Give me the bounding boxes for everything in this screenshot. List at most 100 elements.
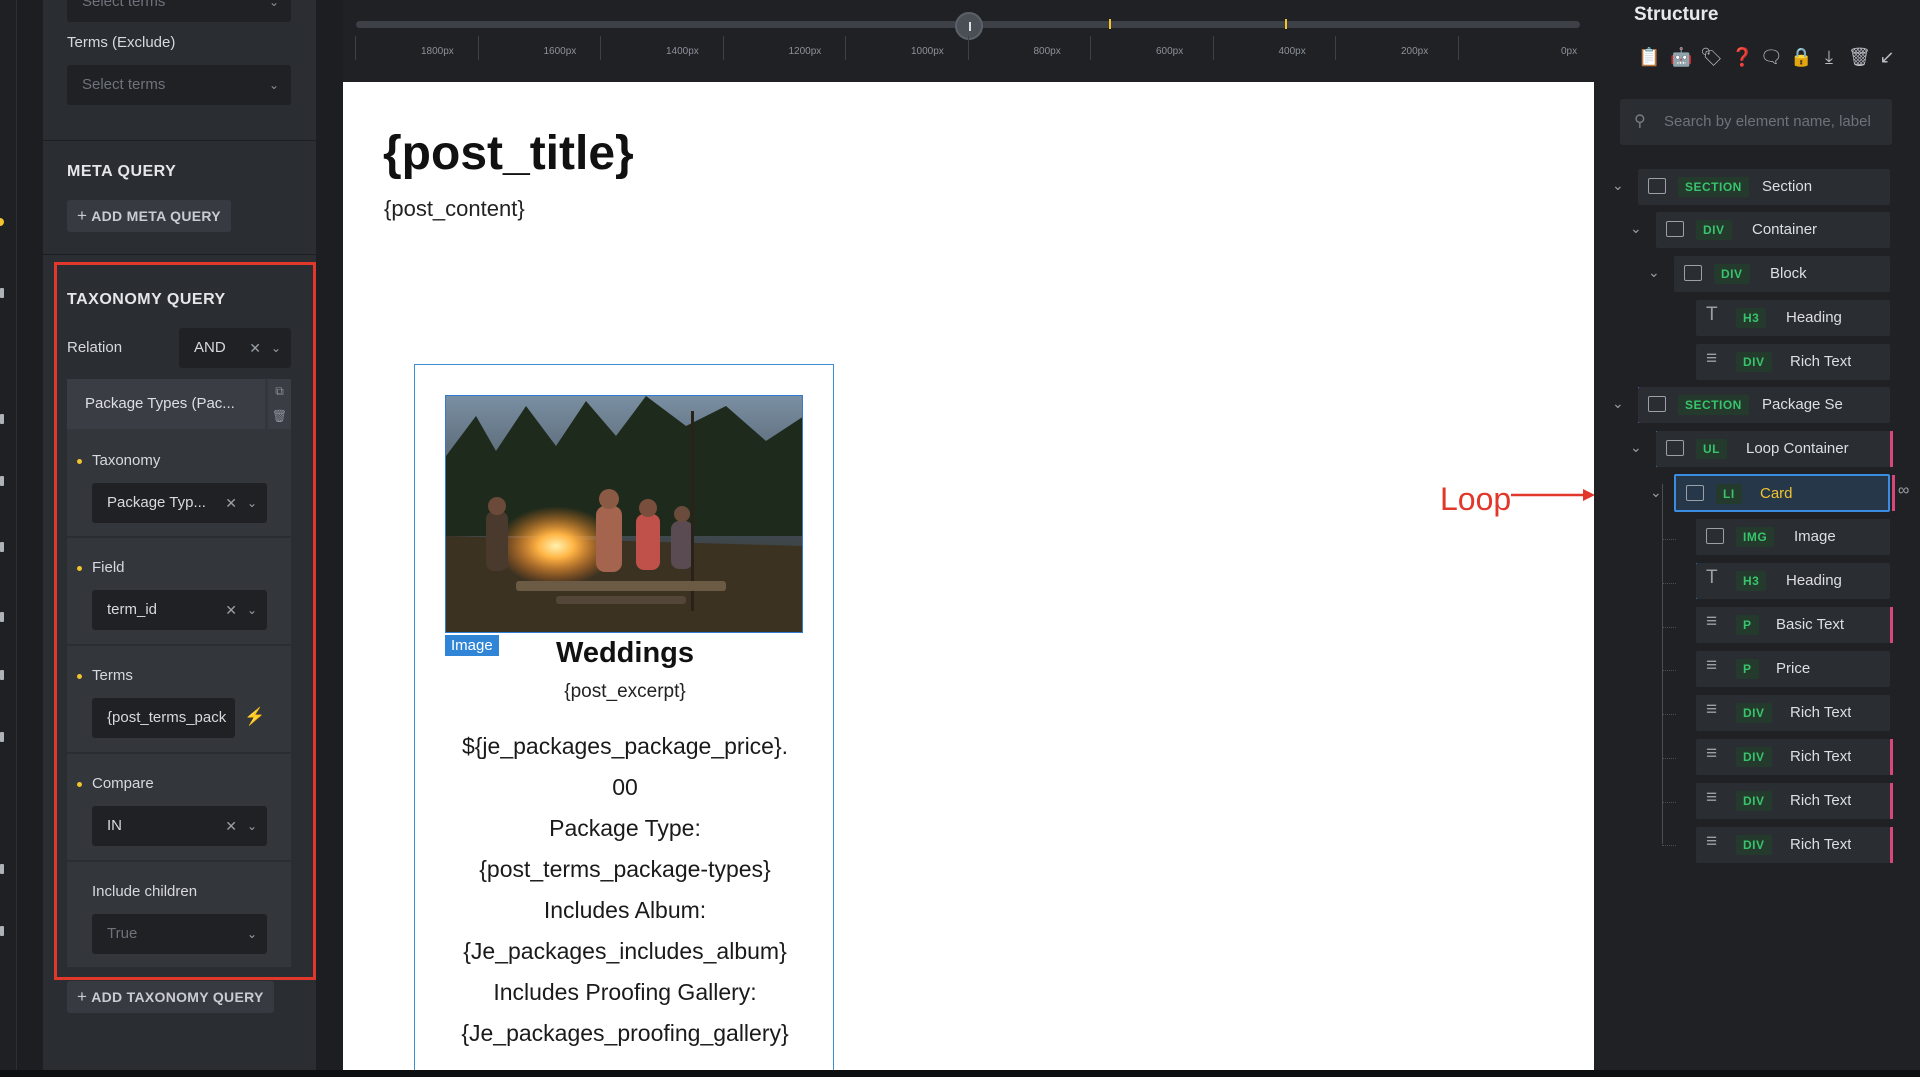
collapse-icon[interactable]: ↙	[1876, 46, 1898, 68]
ruler-tick-label: 1400px	[666, 46, 699, 57]
tree-node-heading[interactable]: T H3 Heading	[1696, 300, 1890, 336]
pink-marker	[1892, 475, 1895, 511]
card-text-line[interactable]: Includes Album:	[415, 897, 835, 924]
section-icon	[1648, 178, 1666, 194]
tree-node-block[interactable]: ⌄ DIV Block	[1648, 256, 1890, 292]
chevron-down-icon[interactable]: ⌄	[1630, 220, 1642, 237]
breakpoint-marker[interactable]	[1285, 19, 1287, 29]
strip-icon[interactable]	[0, 288, 4, 298]
terms-include-select[interactable]: Select terms ⌄	[67, 0, 291, 22]
pink-marker	[1890, 607, 1893, 643]
panel-edge	[316, 0, 343, 1077]
node-label: Package Se	[1762, 396, 1843, 413]
tree-node-rich-text[interactable]: ≡ DIV Rich Text	[1696, 344, 1890, 380]
structure-search-input[interactable]: ⚲ Search by element name, label	[1620, 99, 1892, 145]
chevron-down-icon[interactable]: ⌄	[1612, 395, 1624, 412]
card-excerpt[interactable]: {post_excerpt}	[415, 681, 835, 703]
node-tag: UL	[1696, 439, 1727, 459]
strip-icon[interactable]	[0, 414, 4, 424]
card-image[interactable]	[445, 395, 803, 633]
chevron-down-icon[interactable]: ⌄	[1612, 177, 1624, 194]
tree-guide	[1662, 845, 1676, 846]
clipboard-icon[interactable]: 📋	[1638, 46, 1660, 68]
strip-icon[interactable]	[0, 732, 4, 742]
post-content[interactable]: {post_content}	[384, 196, 525, 222]
tree-node-loop-container[interactable]: ⌄ UL Loop Container	[1630, 431, 1890, 467]
chevron-down-icon[interactable]: ⌄	[1650, 484, 1662, 501]
robot-icon[interactable]: 🤖	[1670, 46, 1692, 68]
tree-node-basic-text[interactable]: ≡ P Basic Text	[1696, 607, 1890, 643]
tree-node-card[interactable]: ⌄ LI Card	[1650, 474, 1890, 512]
builder-canvas[interactable]: {post_title} {post_content} Image Weddin…	[343, 82, 1594, 1070]
node-label: Rich Text	[1790, 836, 1852, 853]
strip-icon[interactable]	[0, 542, 4, 552]
tree-node-rich-text[interactable]: ≡ DIV Rich Text	[1696, 783, 1890, 819]
card-text-line[interactable]: Package Type:	[415, 815, 835, 842]
add-meta-query-button[interactable]: + ADD META QUERY	[67, 200, 231, 232]
add-taxonomy-query-button[interactable]: + ADD TAXONOMY QUERY	[67, 981, 274, 1013]
panel-gutter	[17, 0, 43, 1077]
help-icon[interactable]: ❓	[1731, 46, 1753, 68]
ruler-tick	[845, 36, 846, 60]
terms-exclude-label: Terms (Exclude)	[67, 34, 176, 51]
text-icon: T	[1706, 567, 1718, 588]
node-label: Card	[1760, 485, 1793, 502]
breakpoint-slider-handle[interactable]	[955, 12, 983, 40]
list-icon	[1666, 440, 1684, 456]
pink-marker	[1890, 827, 1893, 863]
container-icon	[1666, 221, 1684, 237]
strip-icon[interactable]	[0, 926, 4, 936]
chevron-down-icon[interactable]: ⌄	[1648, 264, 1660, 281]
tree-node-section[interactable]: ⌄ SECTION Section	[1612, 169, 1890, 205]
chevron-down-icon[interactable]: ⌄	[1630, 439, 1642, 456]
ruler-tick-label: 1200px	[788, 46, 822, 57]
tree-node-rich-text[interactable]: ≡ DIV Rich Text	[1696, 739, 1890, 775]
tree-guide	[1662, 802, 1676, 803]
tree-node-heading[interactable]: T H3 Heading	[1696, 563, 1890, 599]
list-item-icon	[1686, 485, 1704, 501]
card-text-line[interactable]: {Je_packages_includes_album}	[415, 938, 835, 965]
divider	[43, 254, 316, 255]
pink-marker	[1890, 739, 1893, 775]
node-tag: P	[1736, 659, 1759, 679]
tree-node-package-section[interactable]: ⌄ SECTION Package Se	[1612, 387, 1890, 423]
node-tag: DIV	[1714, 264, 1750, 284]
tree-node-price[interactable]: ≡ P Price	[1696, 651, 1890, 687]
tag-icon[interactable]: 🏷	[1700, 46, 1723, 68]
post-title[interactable]: {post_title}	[383, 126, 634, 181]
tree-node-container[interactable]: ⌄ DIV Container	[1630, 212, 1890, 248]
paragraph-icon: ≡	[1706, 787, 1718, 808]
tree-node-rich-text[interactable]: ≡ DIV Rich Text	[1696, 695, 1890, 731]
terms-exclude-select[interactable]: Select terms ⌄	[67, 65, 291, 105]
card-text-line[interactable]: 00	[415, 774, 835, 801]
lock-icon[interactable]: 🔒	[1790, 46, 1812, 68]
comment-icon[interactable]: 🗨	[1760, 46, 1783, 68]
card-text-line[interactable]: Includes Proofing Gallery:	[415, 979, 835, 1006]
node-tag: DIV	[1736, 835, 1772, 855]
tree-guide	[1662, 758, 1676, 759]
trash-icon[interactable]: 🗑	[1848, 46, 1871, 68]
ruler-tick	[600, 36, 601, 60]
ruler-tick-label: 200px	[1401, 46, 1429, 57]
card-text-line[interactable]: ${je_packages_package_price}.	[415, 733, 835, 760]
card-text-line[interactable]: {post_terms_package-types}	[415, 856, 835, 883]
strip-icon[interactable]	[0, 476, 4, 486]
card-text-line[interactable]: {Je_packages_proofing_gallery}	[415, 1020, 835, 1047]
card-heading[interactable]: Weddings	[415, 637, 835, 670]
tree-node-rich-text[interactable]: ≡ DIV Rich Text	[1696, 827, 1890, 863]
tree-node-image[interactable]: IMG Image	[1696, 519, 1890, 555]
strip-icon[interactable]	[0, 670, 4, 680]
loop-card[interactable]: Image Weddings {post_excerpt} ${je_packa…	[414, 364, 834, 1070]
strip-icon[interactable]	[0, 864, 4, 874]
ruler-tick	[1457, 36, 1459, 60]
strip-icon[interactable]	[0, 612, 4, 622]
ruler-tick-label: 1000px	[911, 46, 944, 57]
breakpoint-ruler: 1800px 1600px 1400px 1200px 1000px 800px 600px…	[343, 0, 1594, 82]
campfire-photo	[446, 396, 802, 632]
node-tag: SECTION	[1678, 177, 1749, 197]
paragraph-icon: ≡	[1706, 699, 1718, 720]
node-label: Basic Text	[1776, 616, 1845, 633]
breakpoint-marker[interactable]	[1109, 19, 1111, 29]
download-icon[interactable]: ⤓	[1818, 46, 1840, 68]
chevron-down-icon: ⌄	[268, 78, 279, 92]
